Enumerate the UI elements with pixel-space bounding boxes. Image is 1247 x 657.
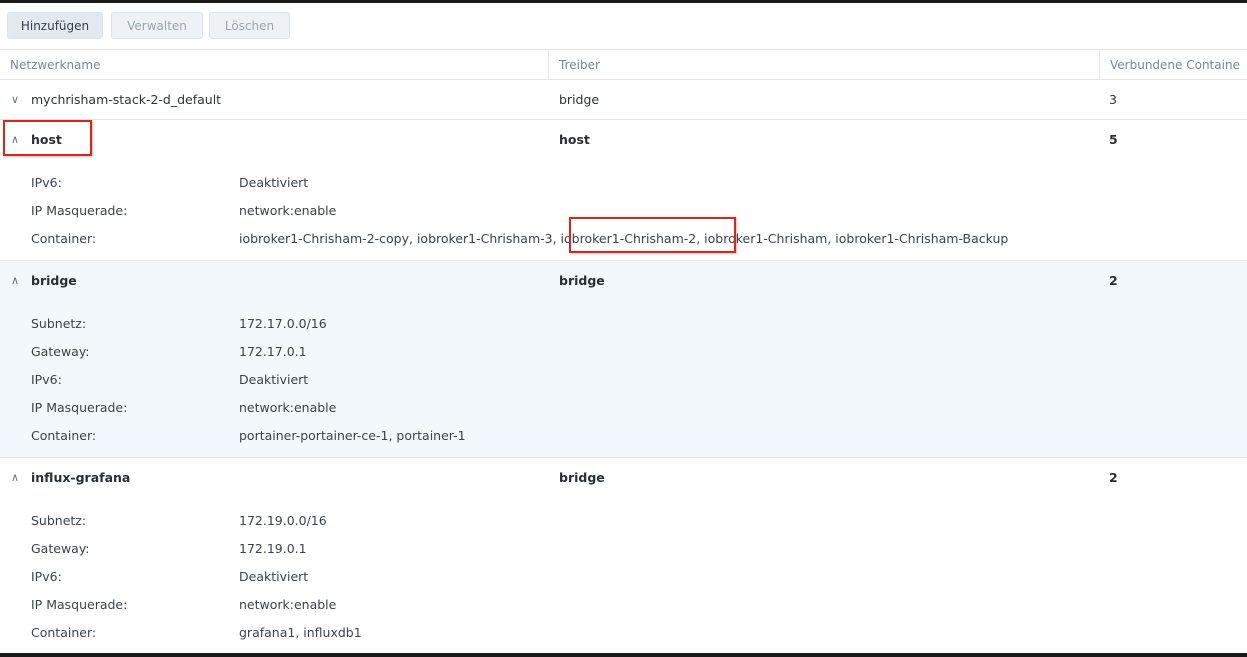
column-header-network-name[interactable]: Netzwerkname [0,50,548,80]
network-driver: host [559,132,590,147]
detail-label: IP Masquerade: [31,597,128,612]
detail-row: IP Masquerade: network:enable [0,394,1247,422]
network-name: host [31,132,62,147]
detail-row: Subnetz: 172.19.0.0/16 [0,507,1247,535]
detail-value: Deaktiviert [239,569,309,584]
detail-row: IP Masquerade: network:enable [0,591,1247,619]
chevron-up-icon[interactable]: ∧ [11,458,19,498]
detail-row: IPv6: Deaktiviert [0,563,1247,591]
network-driver: bridge [559,92,600,107]
detail-label: Container: [31,231,97,246]
detail-row: Container: grafana1, influxdb1 [0,619,1247,647]
chevron-down-icon[interactable]: ∨ [11,80,19,120]
row-header[interactable]: ∨ mychrisham-stack-2-d_default bridge 3 [0,80,1247,120]
column-header-driver[interactable]: Treiber [549,50,1099,80]
table-row[interactable]: ∧ host host 5 IPv6: Deaktiviert IP Masqu… [0,120,1247,261]
chevron-up-icon[interactable]: ∧ [11,120,19,160]
network-panel: Hinzufügen Verwalten Löschen Netzwerknam… [0,3,1247,653]
delete-button[interactable]: Löschen [209,12,290,39]
network-name: mychrisham-stack-2-d_default [31,92,222,107]
detail-label: Gateway: [31,344,90,359]
table-row[interactable]: ∧ bridge bridge 2 Subnetz: 172.17.0.0/16… [0,261,1247,458]
detail-label: Container: [31,625,97,640]
connected-count: 3 [1109,92,1117,107]
detail-row: IP Masquerade: network:enable [0,197,1247,225]
detail-row: Container: portainer-portainer-ce-1, por… [0,422,1247,450]
detail-label: IPv6: [31,569,62,584]
detail-label: Subnetz: [31,316,87,331]
detail-row: Gateway: 172.19.0.1 [0,535,1247,563]
detail-row: Subnetz: 172.17.0.0/16 [0,310,1247,338]
detail-value[interactable]: portainer-portainer-ce-1, portainer-1 [239,422,466,450]
connected-count: 2 [1109,470,1118,485]
manage-button[interactable]: Verwalten [111,12,203,39]
detail-row: IPv6: Deaktiviert [0,169,1247,197]
network-name: influx-grafana [31,470,131,485]
detail-label: IPv6: [31,175,62,190]
connected-count: 5 [1109,132,1118,147]
row-header[interactable]: ∧ influx-grafana bridge 2 [0,458,1247,498]
detail-label: Container: [31,428,97,443]
detail-row: IPv6: Deaktiviert [0,366,1247,394]
chevron-up-icon[interactable]: ∧ [11,261,19,301]
detail-value: network:enable [239,400,337,415]
detail-label: IP Masquerade: [31,203,128,218]
detail-value: Deaktiviert [239,175,309,190]
table-row[interactable]: ∧ influx-grafana bridge 2 Subnetz: 172.1… [0,458,1247,653]
table-row[interactable]: ∨ mychrisham-stack-2-d_default bridge 3 [0,80,1247,120]
table-header: Netzwerkname Treiber Verbundene Containe [0,49,1247,80]
detail-label: Subnetz: [31,513,87,528]
detail-value: network:enable [239,203,337,218]
detail-value: network:enable [239,597,337,612]
add-button[interactable]: Hinzufügen [7,12,103,39]
detail-value: 172.19.0.1 [239,541,307,556]
connected-count: 2 [1109,273,1118,288]
network-driver: bridge [559,273,605,288]
detail-value: 172.17.0.0/16 [239,316,327,331]
network-name: bridge [31,273,77,288]
row-header[interactable]: ∧ bridge bridge 2 [0,261,1247,301]
detail-value: 172.19.0.0/16 [239,513,327,528]
detail-value[interactable]: iobroker1-Chrisham-2-copy, iobroker1-Chr… [239,225,1008,253]
column-header-connected-containers[interactable]: Verbundene Containe [1100,50,1247,80]
detail-value: Deaktiviert [239,372,309,387]
detail-value[interactable]: grafana1, influxdb1 [239,619,362,647]
toolbar: Hinzufügen Verwalten Löschen [0,3,1247,49]
detail-value: 172.17.0.1 [239,344,307,359]
detail-label: Gateway: [31,541,90,556]
detail-label: IP Masquerade: [31,400,128,415]
detail-label: IPv6: [31,372,62,387]
network-driver: bridge [559,470,605,485]
detail-row: Gateway: 172.17.0.1 [0,338,1247,366]
row-header[interactable]: ∧ host host 5 [0,120,1247,160]
detail-row: Container: iobroker1-Chrisham-2-copy, io… [0,225,1247,253]
